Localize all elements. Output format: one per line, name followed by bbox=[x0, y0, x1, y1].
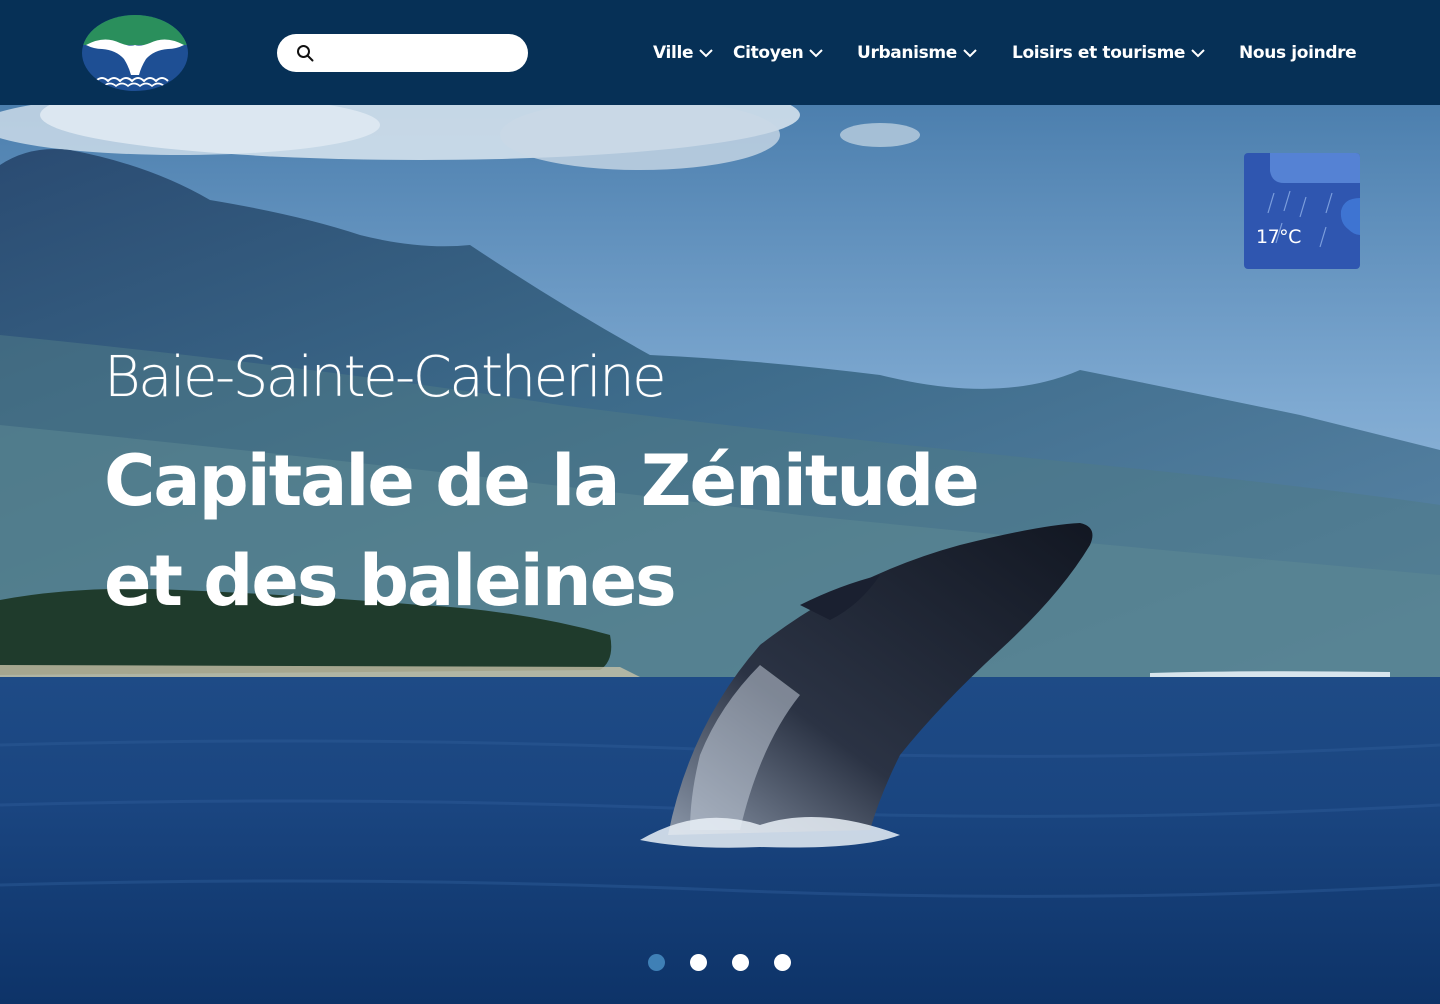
site-logo[interactable] bbox=[82, 15, 188, 91]
nav-item-nous-joindre[interactable]: Nous joindre bbox=[1239, 38, 1357, 68]
hero-title-line-2: et des baleines bbox=[104, 540, 677, 622]
chevron-down-icon bbox=[809, 48, 824, 57]
nav-item-label: Loisirs et tourisme bbox=[1012, 43, 1186, 63]
site-header: Ville Citoyen Urbanisme Loisirs et touri… bbox=[0, 0, 1440, 105]
search-box[interactable] bbox=[277, 34, 528, 72]
nav-item-ville[interactable]: Ville bbox=[653, 38, 713, 68]
nav-item-urbanisme[interactable]: Urbanisme bbox=[857, 38, 977, 68]
nav-item-label: Nous joindre bbox=[1239, 43, 1357, 63]
nav-item-citoyen[interactable]: Citoyen bbox=[733, 38, 824, 68]
nav-item-label: Ville bbox=[653, 43, 694, 63]
nav-item-label: Urbanisme bbox=[857, 43, 957, 63]
carousel-dots bbox=[0, 954, 1440, 972]
chevron-down-icon bbox=[699, 48, 713, 57]
search-icon[interactable] bbox=[296, 44, 314, 62]
hero-banner: 17°C Baie-Sainte-Catherine Capitale de l… bbox=[0, 105, 1440, 1004]
hero-subtitle: Baie-Sainte-Catherine bbox=[104, 345, 667, 410]
hero-title-line-1: Capitale de la Zénitude bbox=[104, 440, 980, 522]
carousel-dot-4[interactable] bbox=[774, 954, 791, 971]
whale-tail-logo-icon bbox=[82, 15, 188, 91]
weather-widget[interactable]: 17°C bbox=[1244, 153, 1360, 269]
chevron-down-icon bbox=[963, 48, 977, 57]
carousel-dot-3[interactable] bbox=[732, 954, 749, 971]
carousel-dot-2[interactable] bbox=[690, 954, 707, 971]
rain-cloud-icon bbox=[1267, 153, 1360, 248]
weather-temperature: 17°C bbox=[1256, 226, 1301, 248]
carousel-dot-1[interactable] bbox=[648, 954, 665, 971]
chevron-down-icon bbox=[1191, 48, 1205, 57]
hero-title: Capitale de la Zénitude et des baleines bbox=[104, 431, 1064, 631]
nav-item-loisirs-et-tourisme[interactable]: Loisirs et tourisme bbox=[1012, 38, 1205, 68]
nav-item-label: Citoyen bbox=[733, 43, 804, 63]
search-input[interactable] bbox=[323, 34, 518, 72]
